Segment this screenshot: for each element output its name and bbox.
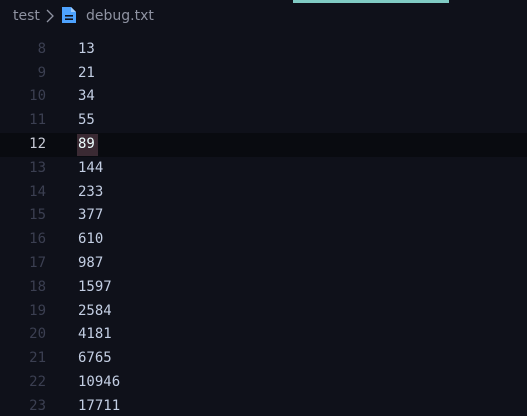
- line-text[interactable]: 6765: [78, 347, 112, 371]
- editor-line[interactable]: 18 1597: [0, 276, 527, 300]
- line-number: 15: [29, 207, 46, 224]
- line-number: 21: [29, 350, 46, 367]
- line-text[interactable]: 233: [78, 181, 103, 205]
- editor-line[interactable]: 19 2584: [0, 300, 527, 324]
- line-text[interactable]: 2584: [78, 300, 112, 324]
- editor-line[interactable]: 12 89: [0, 133, 527, 157]
- breadcrumb: test debug.txt: [0, 0, 527, 32]
- editor-line[interactable]: 21 6765: [0, 347, 527, 371]
- breadcrumb-folder[interactable]: test: [13, 7, 40, 25]
- file-text-icon: [62, 7, 76, 23]
- line-text[interactable]: 987: [78, 252, 103, 276]
- scroll-indicator: [293, 0, 449, 3]
- line-text[interactable]: 4181: [78, 323, 112, 347]
- line-number: 12: [29, 136, 46, 152]
- breadcrumb-file[interactable]: debug.txt: [86, 7, 154, 25]
- line-number: 8: [37, 40, 46, 57]
- line-number: 9: [37, 64, 46, 81]
- editor-line[interactable]: 22 10946: [0, 371, 527, 395]
- line-text[interactable]: 10946: [78, 371, 120, 395]
- line-number: 13: [29, 159, 46, 176]
- editor-line[interactable]: 17 987: [0, 252, 527, 276]
- line-number: 14: [29, 183, 46, 200]
- line-text[interactable]: 34: [78, 85, 95, 109]
- line-text[interactable]: 610: [78, 228, 103, 252]
- editor-line[interactable]: 14 233: [0, 181, 527, 205]
- line-number: 19: [29, 302, 46, 319]
- editor-line[interactable]: 10 34: [0, 85, 527, 109]
- line-number: 20: [29, 326, 46, 343]
- line-number: 10: [29, 88, 46, 105]
- line-number: 16: [29, 231, 46, 248]
- editor-line[interactable]: 16 610: [0, 228, 527, 252]
- editor-area[interactable]: 7881392110341155128913144142331537716610…: [0, 0, 527, 416]
- line-text[interactable]: 144: [78, 157, 103, 181]
- line-text[interactable]: 1597: [78, 276, 112, 300]
- line-number: 18: [29, 278, 46, 295]
- editor-line[interactable]: 9 21: [0, 62, 527, 86]
- chevron-right-icon: [46, 9, 54, 23]
- line-number: 22: [29, 374, 46, 390]
- editor-line[interactable]: 13 144: [0, 157, 527, 181]
- line-text[interactable]: 17711: [78, 395, 120, 416]
- editor-line[interactable]: 20 4181: [0, 323, 527, 347]
- line-number: 23: [29, 397, 46, 414]
- editor-line[interactable]: 11 55: [0, 109, 527, 133]
- line-text[interactable]: 55: [78, 109, 95, 133]
- editor-line[interactable]: 15 377: [0, 204, 527, 228]
- editor-line[interactable]: 23 17711: [0, 395, 527, 416]
- line-number: 17: [29, 255, 46, 271]
- line-number: 11: [29, 112, 46, 129]
- editor-line[interactable]: 8 13: [0, 38, 527, 62]
- line-text[interactable]: 13: [78, 38, 95, 62]
- line-text[interactable]: 21: [78, 62, 95, 86]
- line-text[interactable]: 377: [78, 204, 103, 228]
- line-text[interactable]: 89: [78, 133, 95, 157]
